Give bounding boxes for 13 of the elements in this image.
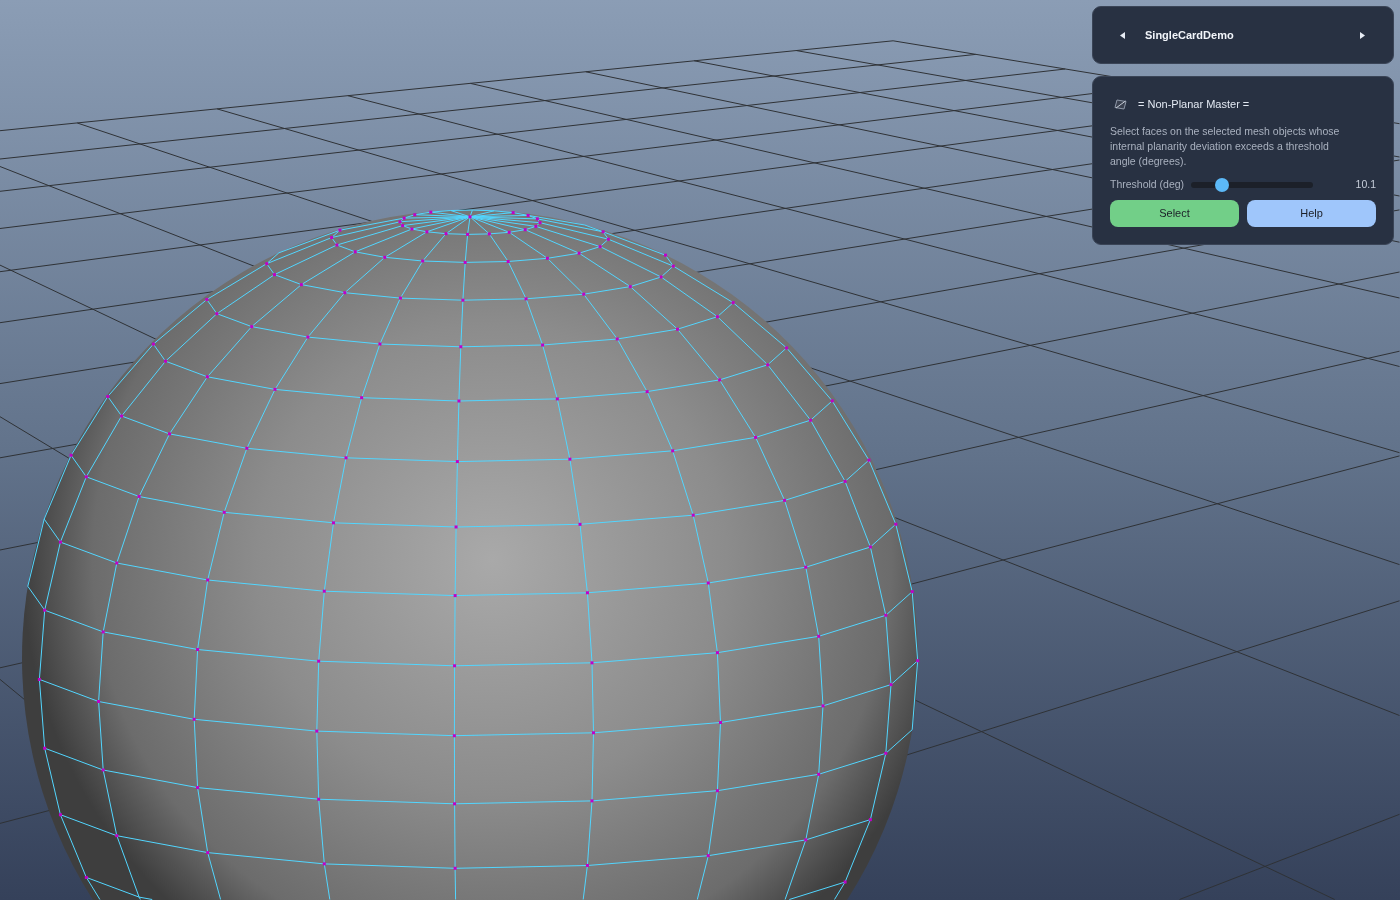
previous-card-button[interactable] — [1118, 29, 1126, 41]
triangle-left-icon — [1119, 31, 1125, 39]
select-button[interactable]: Select — [1110, 199, 1239, 227]
tool-description: Select faces on the selected mesh objects whose internal planarity deviation exceeds a threshold angle (degrees). — [1110, 123, 1341, 169]
card-title: SingleCardDemo — [1145, 27, 1234, 43]
tool-title: = Non-Planar Master = — [1138, 97, 1250, 112]
next-card-button[interactable] — [1358, 29, 1366, 41]
help-button[interactable]: Help — [1247, 199, 1376, 227]
skewed-square-icon — [1114, 98, 1127, 110]
slider-value: 10.1 — [1355, 176, 1376, 192]
triangle-right-icon — [1359, 31, 1365, 39]
slider-label: Threshold (deg) — [1110, 176, 1185, 192]
slider-thumb[interactable] — [1214, 177, 1229, 192]
